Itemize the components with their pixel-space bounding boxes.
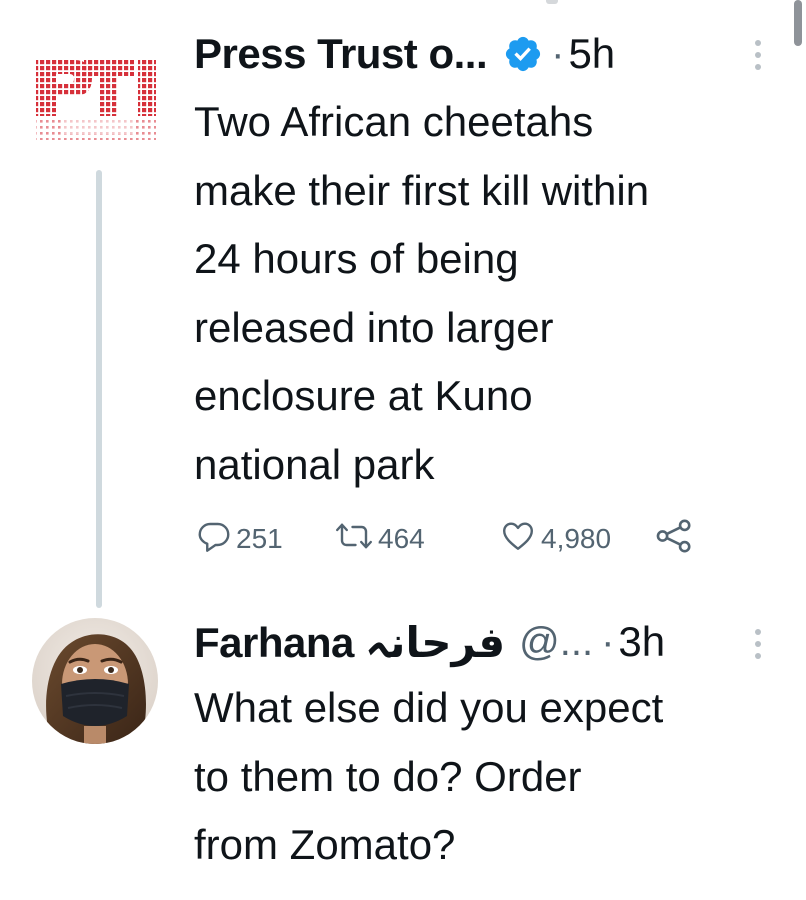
separator-dot: · (551, 31, 565, 76)
like-button[interactable]: 4,980 (499, 514, 611, 564)
share-icon (654, 518, 694, 561)
avatar[interactable] (32, 618, 158, 744)
more-options-icon[interactable] (754, 38, 762, 72)
timestamp[interactable]: 5h (568, 30, 615, 78)
tweet-text: Two African cheetahs make their first ki… (194, 98, 650, 488)
reply-author-name[interactable]: Farhana فرحانہ (194, 618, 506, 667)
author-name[interactable]: Press Trust o... (194, 30, 488, 78)
reply-button[interactable]: 251 (196, 514, 283, 564)
retweet-button[interactable]: 464 (334, 514, 425, 564)
retweet-icon (334, 518, 374, 561)
thread-connector (96, 170, 102, 608)
reply-text: What else did you expect to them to do? … (194, 684, 664, 868)
reply-icon (196, 518, 232, 561)
tweet-thread: Press Trust o... · 5h Two African cheeta… (0, 0, 806, 900)
more-options-icon[interactable] (754, 627, 762, 661)
like-count: 4,980 (541, 523, 612, 554)
heart-icon (499, 518, 537, 561)
reply-header: Farhana فرحانہ @... · 3h (194, 612, 665, 672)
reply-handle[interactable]: @... (519, 620, 593, 665)
pti-logo-icon[interactable] (34, 54, 164, 144)
share-button[interactable] (654, 514, 694, 564)
retweet-count: 464 (378, 523, 425, 554)
tweet-header: Press Trust o... · 5h (194, 24, 615, 84)
separator-dot: · (601, 619, 615, 664)
verified-badge-icon (503, 34, 543, 74)
tweet-actions: 251 464 4,980 (194, 514, 754, 564)
scroll-edge (546, 0, 558, 4)
scrollbar[interactable] (794, 0, 802, 46)
reply-count: 251 (236, 523, 283, 554)
reply-timestamp[interactable]: 3h (618, 618, 665, 666)
